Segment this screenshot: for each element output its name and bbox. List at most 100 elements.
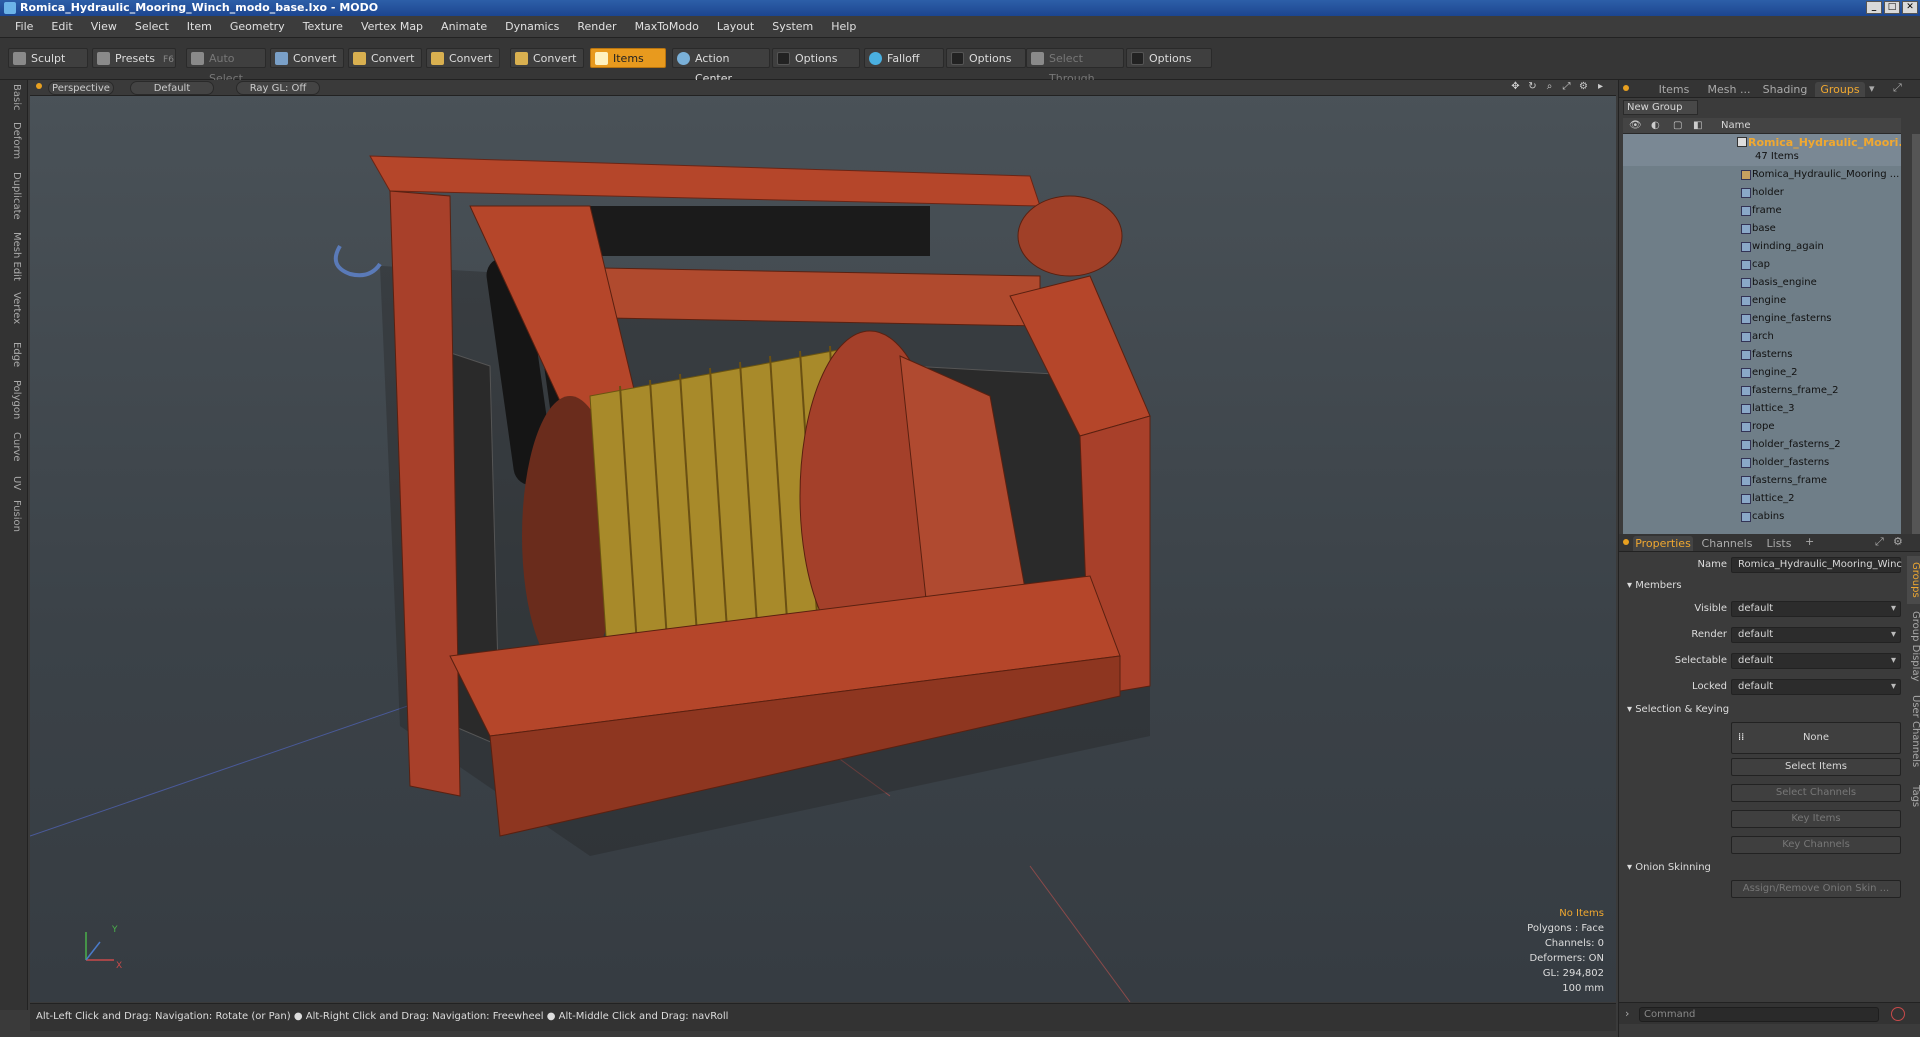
falloff-button[interactable]: Falloff <box>864 48 944 68</box>
list-item[interactable]: basis_engine <box>1623 274 1901 292</box>
menu-vertex-map[interactable]: Vertex Map <box>352 20 432 33</box>
list-item[interactable]: base <box>1623 220 1901 238</box>
tab-fusion[interactable]: Fusion <box>6 500 22 532</box>
select-items-button[interactable]: Select Items <box>1731 758 1901 776</box>
new-group-button[interactable]: New Group <box>1623 100 1698 115</box>
locked-select[interactable]: default <box>1731 679 1901 695</box>
tab-items[interactable]: Items <box>1649 82 1699 97</box>
list-item[interactable]: fasterns_frame_2 <box>1623 382 1901 400</box>
rotate-icon[interactable]: ↻ <box>1527 81 1538 93</box>
visible-select[interactable]: default <box>1731 601 1901 617</box>
list-item[interactable]: holder_fasterns_2 <box>1623 436 1901 454</box>
convert-vertices-button[interactable]: Convert <box>270 48 344 68</box>
action-center-options-button[interactable]: Options <box>772 48 860 68</box>
shading-mode-button[interactable]: Default <box>130 81 214 95</box>
expand-panel-icon[interactable]: ⤢ <box>1875 535 1884 549</box>
eye-icon[interactable]: 👁 <box>1629 118 1642 134</box>
tab-edge[interactable]: Edge <box>6 342 22 367</box>
none-button[interactable]: ⁞⁞ None <box>1731 722 1901 754</box>
tab-deform[interactable]: Deform <box>6 122 22 159</box>
sculpt-button[interactable]: Sculpt <box>8 48 88 68</box>
tab-polygon[interactable]: Polygon <box>6 380 22 419</box>
view-type-button[interactable]: Perspective <box>48 81 114 95</box>
3d-viewport[interactable]: Perspective Default Ray GL: Off ✥ ↻ ⌕ ⤢ … <box>30 80 1616 1002</box>
convert-materials-button[interactable]: Convert <box>510 48 584 68</box>
raygl-button[interactable]: Ray GL: Off <box>236 81 320 95</box>
side-tab-user-channels[interactable]: User Channels <box>1907 686 1920 776</box>
pan-icon[interactable]: ✥ <box>1510 81 1521 93</box>
select-through-options-button[interactable]: Options <box>1126 48 1212 68</box>
members-section[interactable]: ▾ Members <box>1627 580 1682 591</box>
add-tab-icon[interactable]: + <box>1805 535 1814 548</box>
side-tab-group-display[interactable]: Group Display <box>1907 608 1920 684</box>
tab-groups[interactable]: Groups <box>1815 82 1865 97</box>
command-input[interactable]: Command <box>1639 1007 1879 1022</box>
tab-lists[interactable]: Lists <box>1759 536 1799 551</box>
close-button[interactable]: ✕ <box>1902 1 1918 14</box>
zoom-icon[interactable]: ⌕ <box>1544 81 1555 93</box>
tab-mesh-edit[interactable]: Mesh Edit <box>6 232 22 281</box>
convert-polygons-button[interactable]: Convert <box>426 48 500 68</box>
select-channels-button[interactable]: Select Channels <box>1731 784 1901 802</box>
items-mode-button[interactable]: Items <box>590 48 666 68</box>
falloff-options-button[interactable]: Options <box>946 48 1026 68</box>
fit-icon[interactable]: ⤢ <box>1561 81 1572 93</box>
menu-edit[interactable]: Edit <box>42 20 81 33</box>
list-item[interactable]: engine_fasterns <box>1623 310 1901 328</box>
chevron-right-icon[interactable]: › <box>1625 1007 1629 1020</box>
list-item[interactable]: arch <box>1623 328 1901 346</box>
render-select[interactable]: default <box>1731 627 1901 643</box>
minimize-button[interactable]: _ <box>1866 1 1882 14</box>
select-icon[interactable]: ◧ <box>1693 118 1702 134</box>
onion-skinning-section[interactable]: ▾ Onion Skinning <box>1627 862 1711 873</box>
panel-menu-icon[interactable] <box>1623 85 1629 91</box>
name-field[interactable]: Romica_Hydraulic_Mooring_Winc <box>1731 557 1902 573</box>
action-center-button[interactable]: Action Center <box>672 48 770 85</box>
key-items-button[interactable]: Key Items <box>1731 810 1901 828</box>
list-item[interactable]: Romica_Hydraulic_Mooring ... <box>1623 166 1901 184</box>
select-through-button[interactable]: Select Through <box>1026 48 1124 85</box>
presets-button[interactable]: Presets F6 <box>92 48 176 68</box>
viewport-settings-icon[interactable]: ⚙ <box>1578 81 1589 93</box>
key-channels-button[interactable]: Key Channels <box>1731 836 1901 854</box>
menu-render[interactable]: Render <box>568 20 625 33</box>
selectable-select[interactable]: default <box>1731 653 1901 669</box>
list-item[interactable]: engine_2 <box>1623 364 1901 382</box>
render-icon[interactable]: ◐ <box>1651 118 1660 134</box>
list-item[interactable]: frame <box>1623 202 1901 220</box>
list-item[interactable]: engine <box>1623 292 1901 310</box>
lock-icon[interactable]: ▢ <box>1673 118 1682 134</box>
group-list-scrollbar[interactable] <box>1912 134 1920 534</box>
menu-geometry[interactable]: Geometry <box>221 20 294 33</box>
list-item[interactable]: cabins <box>1623 508 1901 526</box>
menu-animate[interactable]: Animate <box>432 20 496 33</box>
side-tab-groups[interactable]: Groups <box>1907 556 1920 604</box>
menu-texture[interactable]: Texture <box>294 20 352 33</box>
chevron-down-icon[interactable]: ▾ <box>1869 82 1875 95</box>
tab-duplicate[interactable]: Duplicate <box>6 172 22 220</box>
tab-vertex[interactable]: Vertex <box>6 292 22 324</box>
list-item[interactable]: holder_fasterns <box>1623 454 1901 472</box>
menu-select[interactable]: Select <box>126 20 178 33</box>
list-item[interactable]: fasterns_frame <box>1623 472 1901 490</box>
list-item[interactable]: lattice_2 <box>1623 490 1901 508</box>
auto-select-button[interactable]: Auto Select <box>186 48 266 85</box>
group-row[interactable]: Romica_Hydraulic_Moori... 47 Items <box>1623 134 1901 166</box>
viewport-menu-icon[interactable] <box>36 83 42 89</box>
menu-help[interactable]: Help <box>822 20 865 33</box>
side-tab-tags[interactable]: Tags <box>1907 780 1920 812</box>
menu-file[interactable]: File <box>6 20 42 33</box>
list-item[interactable]: holder <box>1623 184 1901 202</box>
menu-item[interactable]: Item <box>178 20 221 33</box>
list-item[interactable]: fasterns <box>1623 346 1901 364</box>
expand-icon[interactable]: ▸ <box>1595 81 1606 93</box>
name-column-header[interactable]: Name <box>1721 118 1751 134</box>
maximize-button[interactable]: □ <box>1884 1 1900 14</box>
tab-mesh[interactable]: Mesh ... <box>1703 82 1755 97</box>
tab-channels[interactable]: Channels <box>1699 536 1755 551</box>
tab-shading[interactable]: Shading <box>1759 82 1811 97</box>
gear-icon[interactable]: ⚙ <box>1893 535 1903 548</box>
record-icon[interactable] <box>1891 1007 1905 1021</box>
menu-dynamics[interactable]: Dynamics <box>496 20 568 33</box>
menu-system[interactable]: System <box>763 20 822 33</box>
